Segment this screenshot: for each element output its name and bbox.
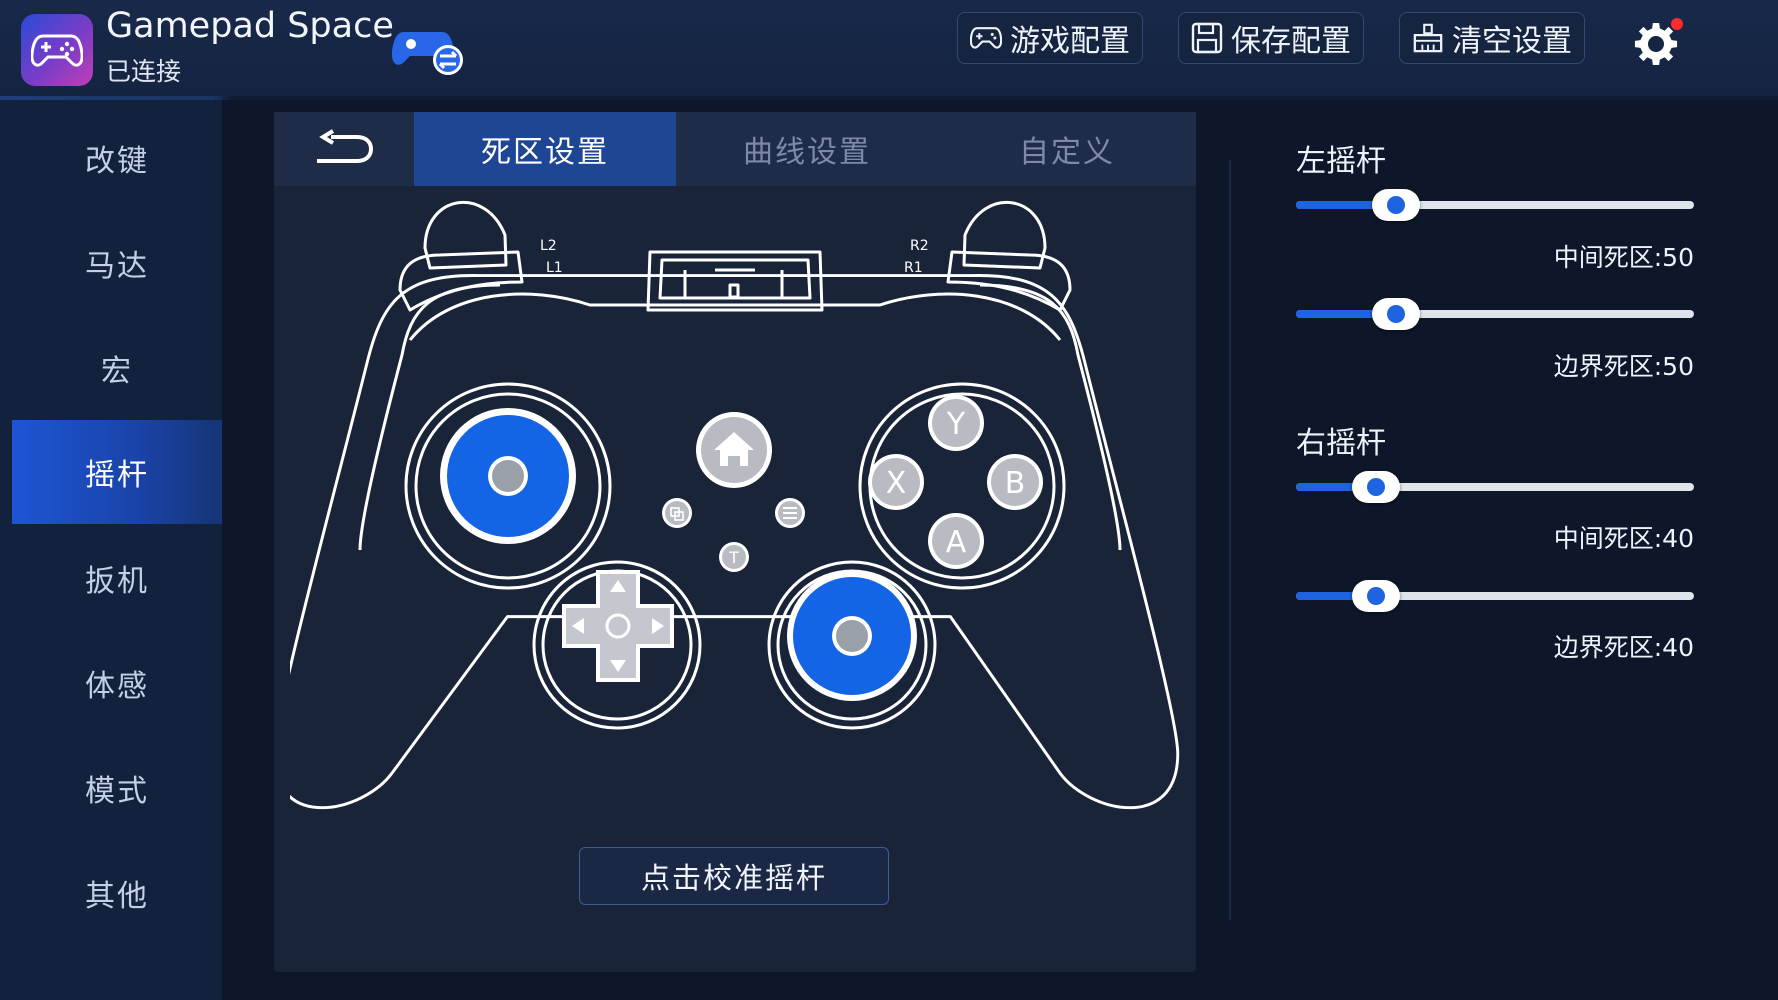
gear-icon[interactable] [1632,16,1684,68]
l1-label: L1 [546,260,563,276]
app-header: Gamepad Space 已连接 游戏配置 保存配置 清空设置 [0,0,1778,98]
svg-text:T: T [728,548,739,567]
share-button[interactable] [662,498,692,528]
r1-label: R1 [904,260,923,276]
sidebar-item-joystick[interactable]: 摇杆 [12,420,222,524]
r2-label: R2 [910,238,929,254]
sidebar-item-motor[interactable]: 马达 [12,211,222,315]
clear-settings-label: 清空设置 [1452,24,1572,59]
back-button[interactable] [274,112,414,186]
game-config-button[interactable]: 游戏配置 [957,12,1143,64]
right-edge-deadzone-label: 边界死区:40 [1553,633,1694,662]
right-edge-deadzone-slider[interactable] [1296,579,1694,613]
save-config-label: 保存配置 [1231,24,1351,59]
tab-bar: 死区设置 曲线设置 自定义 [274,112,1196,186]
sidebar-item-macro[interactable]: 宏 [12,316,222,420]
home-button[interactable] [696,412,772,488]
tab-deadzone[interactable]: 死区设置 [414,112,676,186]
sidebar: 改键 马达 宏 摇杆 扳机 体感 模式 其他 [0,100,222,1000]
panel-divider [1229,160,1231,920]
sidebar-item-remap[interactable]: 改键 [12,106,222,210]
controller-diagram: L2 L1 R2 R1 T Y X B A [290,200,1180,809]
left-center-deadzone-slider[interactable] [1296,188,1694,222]
right-stick[interactable] [787,571,917,701]
left-stick-title: 左摇杆 [1296,144,1386,179]
save-icon [1191,22,1223,54]
broom-icon [1413,23,1443,53]
tab-custom[interactable]: 自定义 [938,112,1196,186]
controller-connection-icon[interactable] [392,22,466,80]
sidebar-item-mode[interactable]: 模式 [12,736,222,840]
y-button[interactable]: Y [928,395,984,451]
l2-label: L2 [540,238,557,254]
x-button[interactable]: X [868,454,924,510]
sidebar-item-trigger[interactable]: 扳机 [12,526,222,630]
connection-status: 已连接 [106,57,182,86]
header-divider [0,96,1778,100]
left-edge-deadzone-label: 边界死区:50 [1553,352,1694,381]
svg-text:B: B [1005,466,1026,501]
left-stick[interactable] [440,408,576,544]
svg-text:A: A [946,525,967,560]
notification-dot [1671,18,1683,30]
turbo-button[interactable]: T [719,542,749,572]
right-center-deadzone-slider[interactable] [1296,470,1694,504]
gamepad-logo-icon [31,34,83,67]
slider-thumb[interactable] [1372,189,1420,221]
calibrate-stick-button[interactable]: 点击校准摇杆 [579,847,889,905]
app-title: Gamepad Space [106,6,394,46]
dpad[interactable] [562,570,674,682]
svg-text:X: X [886,466,907,501]
right-center-deadzone-label: 中间死区:40 [1553,524,1694,553]
b-button[interactable]: B [987,454,1043,510]
clear-settings-button[interactable]: 清空设置 [1399,12,1585,64]
game-config-label: 游戏配置 [1010,24,1130,59]
back-arrow-icon [317,129,374,163]
tab-curve[interactable]: 曲线设置 [676,112,938,186]
a-button[interactable]: A [928,513,984,569]
left-edge-deadzone-slider[interactable] [1296,297,1694,331]
left-center-deadzone-label: 中间死区:50 [1553,243,1694,272]
slider-thumb[interactable] [1352,471,1400,503]
app-icon [21,14,93,86]
slider-thumb[interactable] [1352,580,1400,612]
sidebar-item-other[interactable]: 其他 [12,841,222,945]
save-config-button[interactable]: 保存配置 [1178,12,1364,64]
menu-button[interactable] [775,498,805,528]
gamepad-icon [970,27,1002,49]
svg-text:Y: Y [946,407,966,442]
right-stick-title: 右摇杆 [1296,426,1386,461]
slider-thumb[interactable] [1372,298,1420,330]
sidebar-item-motion[interactable]: 体感 [12,631,222,735]
